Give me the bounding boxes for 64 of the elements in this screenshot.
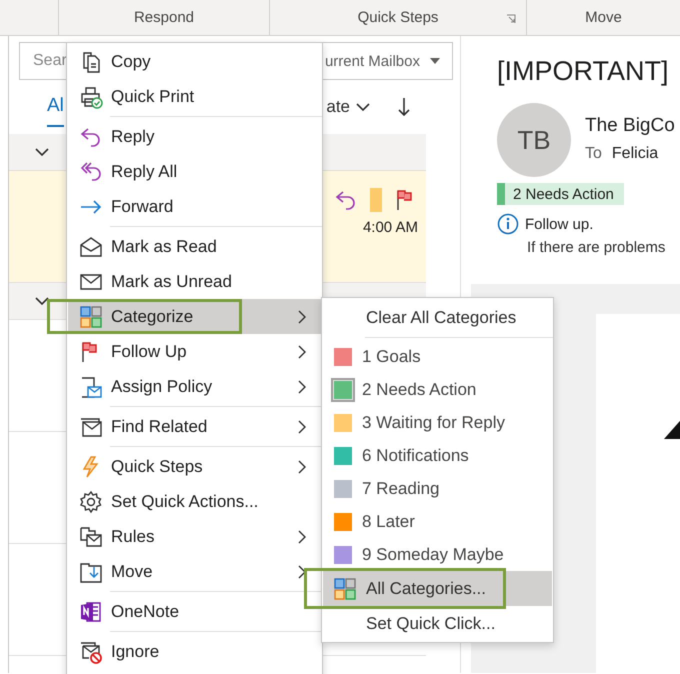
menu-item[interactable]: Quick Print	[68, 79, 321, 114]
reply-all-icon	[79, 160, 103, 184]
menu-item[interactable]: Rules	[68, 519, 321, 554]
menu-item[interactable]: OneNote	[68, 594, 321, 629]
filter-tab[interactable]: Al	[47, 87, 64, 127]
print-icon	[79, 84, 103, 108]
chevron-right-icon	[298, 564, 307, 578]
chevron-right-icon	[298, 380, 307, 394]
chevron-down-icon[interactable]	[35, 296, 49, 306]
recipient-name: Felicia	[612, 145, 658, 163]
category-item[interactable]: 9 Someday Maybe	[323, 538, 552, 571]
menu-item[interactable]: Set Quick Actions...	[68, 484, 321, 519]
ribbon-group-label: Move	[585, 9, 622, 26]
ribbon-group-label: Quick Steps	[358, 9, 438, 26]
policy-icon	[79, 374, 103, 398]
message-subject: [IMPORTANT]	[497, 56, 670, 87]
menu-item[interactable]: Reply	[68, 119, 321, 154]
message-time: 4:00 AM	[362, 219, 418, 236]
menu-item[interactable]: Copy	[68, 44, 321, 79]
dropdown-caret-icon	[430, 58, 440, 64]
category-item[interactable]: 1 Goals	[323, 340, 552, 373]
menu-item[interactable]: Find Related	[68, 409, 321, 444]
categorize-icon	[79, 304, 103, 328]
sender-name: The BigCo	[585, 115, 675, 137]
rules-icon	[79, 524, 103, 548]
menu-item[interactable]: Mark as Read	[68, 229, 321, 264]
chevron-down-icon[interactable]	[35, 148, 49, 156]
sender-avatar: TB	[497, 103, 571, 177]
open-envelope-icon	[79, 234, 103, 258]
chevron-right-icon	[298, 344, 307, 358]
category-item[interactable]: 2 Needs Action	[323, 373, 552, 406]
menu-item[interactable]: Clear All Categories	[323, 300, 552, 335]
menu-item[interactable]: Ignore	[68, 634, 321, 669]
menu-item[interactable]: Reply All	[68, 154, 321, 189]
menu-item[interactable]: Mark as Unread	[68, 264, 321, 299]
categorize-icon	[333, 576, 357, 600]
sort-label[interactable]: ate	[326, 97, 350, 117]
menu-item[interactable]: Move	[68, 554, 321, 589]
menu-item[interactable]: Forward	[68, 189, 321, 224]
info-title: Follow up.	[525, 216, 594, 232]
info-text: If there are problems	[527, 239, 666, 256]
ignore-icon	[79, 640, 103, 664]
menu-item[interactable]: Assign Policy	[68, 369, 321, 404]
chevron-right-icon	[298, 420, 307, 434]
menu-item[interactable]: All Categories...	[323, 571, 552, 606]
menu-item[interactable]: Set Quick Click...	[323, 606, 552, 641]
category-item[interactable]: 7 Reading	[323, 472, 552, 505]
category-item[interactable]: 3 Waiting for Reply	[323, 406, 552, 439]
chevron-down-icon[interactable]	[356, 102, 370, 112]
sort-direction-icon[interactable]	[398, 97, 410, 117]
dialog-launcher-icon[interactable]	[506, 14, 516, 24]
chevron-right-icon	[298, 460, 307, 474]
category-item[interactable]: 6 Notifications	[323, 439, 552, 472]
gear-icon	[79, 490, 103, 514]
menu-item[interactable]: Follow Up	[68, 334, 321, 369]
category-tag: 2 Needs Action	[497, 183, 624, 205]
info-icon	[497, 213, 519, 235]
ribbon-group-label: Respond	[134, 9, 194, 26]
category-item[interactable]: 8 Later	[323, 505, 552, 538]
to-label: To	[585, 145, 602, 163]
chevron-right-icon	[298, 530, 307, 544]
menu-item[interactable]: Quick Steps	[68, 449, 321, 484]
chevron-right-icon	[298, 310, 307, 324]
onenote-icon	[79, 600, 103, 624]
